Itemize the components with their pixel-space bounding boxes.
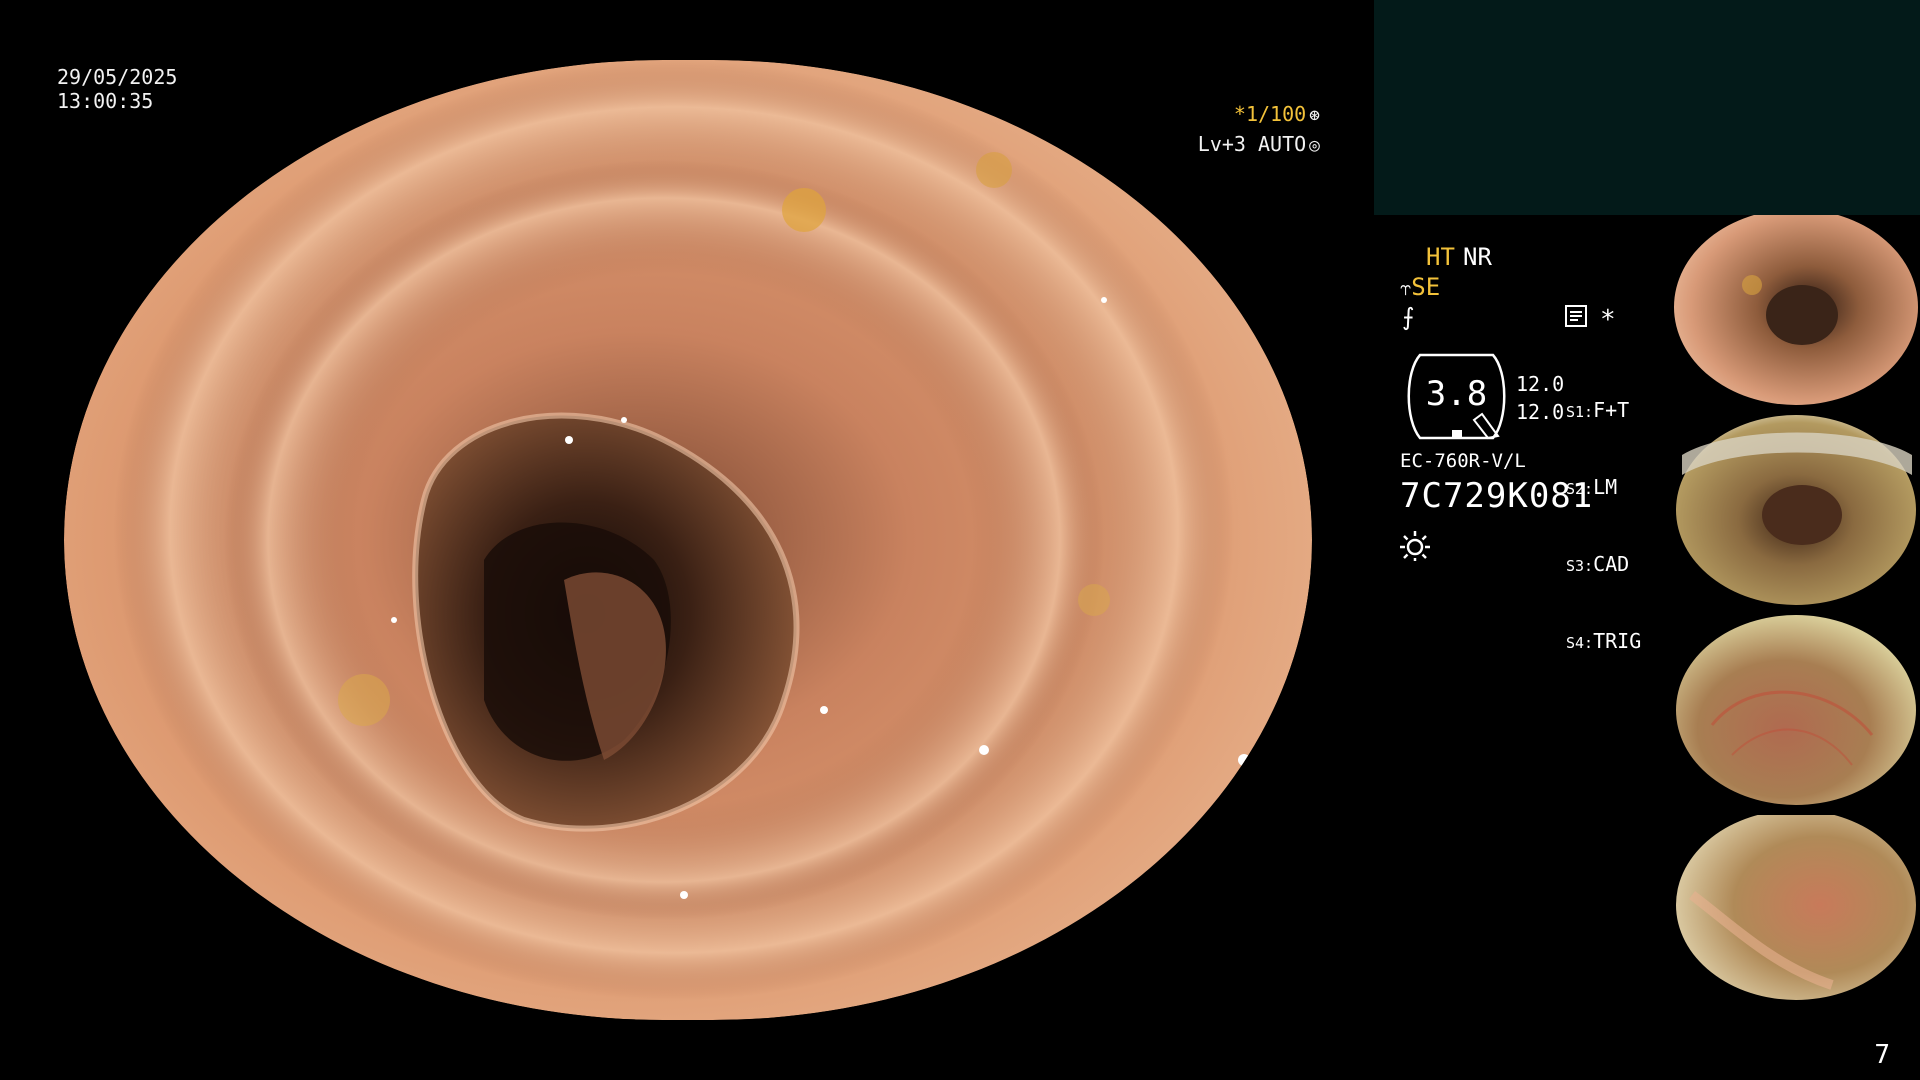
star-indicator: * (1600, 305, 1616, 335)
switch-s4: S4:TRIG (1566, 629, 1642, 653)
endoscope-view (64, 60, 1312, 1020)
sun-icon (1400, 531, 1430, 561)
scope-serial: 7C729K081 (1400, 476, 1594, 516)
capture-thumbnail-4[interactable] (1672, 815, 1920, 1005)
memo-icon (1565, 305, 1587, 333)
aperture-icon: ⊛ (1309, 105, 1320, 126)
exposure-overlay: *1/100 ⊛ Lv+3 AUTO ◎ (1198, 100, 1320, 160)
capture-thumbnail-1[interactable] (1672, 215, 1920, 405)
se-indicator: SE (1411, 273, 1441, 301)
patient-info-box (1374, 0, 1920, 215)
capture-thumbnail-3[interactable] (1672, 615, 1920, 805)
capture-thumbnail-2[interactable] (1672, 415, 1920, 605)
level-2: 12.0 (1516, 400, 1565, 424)
switch-s1: S1:F+T (1566, 398, 1630, 422)
ht-indicator: HT (1426, 243, 1455, 271)
gauge-value: 3.8 (1425, 374, 1488, 414)
level-readout: 12.0 12.0 (1516, 370, 1564, 426)
shutter-speed-text: *1/100 (1233, 102, 1307, 126)
colon-lumen-image (64, 60, 1312, 1020)
scope-model: EC-760R-V/L (1400, 450, 1526, 472)
date-text: 29/05/2025 (57, 65, 178, 89)
page-number: 7 (1874, 1040, 1890, 1070)
light-level-text: Lv+3 AUTO (1197, 132, 1307, 156)
date-time-overlay: 29/05/2025 13:00:35 (57, 65, 177, 113)
structure-enhance-icon: ⥾ (1400, 276, 1412, 300)
level-1: 12.0 (1516, 372, 1565, 396)
time-text: 13:00:35 (57, 89, 154, 113)
f-curve-icon: ⨍ (1402, 303, 1415, 331)
switch-s3: S3:CAD (1566, 552, 1630, 576)
iris-icon: ◎ (1309, 135, 1320, 156)
nr-indicator: NR (1463, 243, 1492, 271)
